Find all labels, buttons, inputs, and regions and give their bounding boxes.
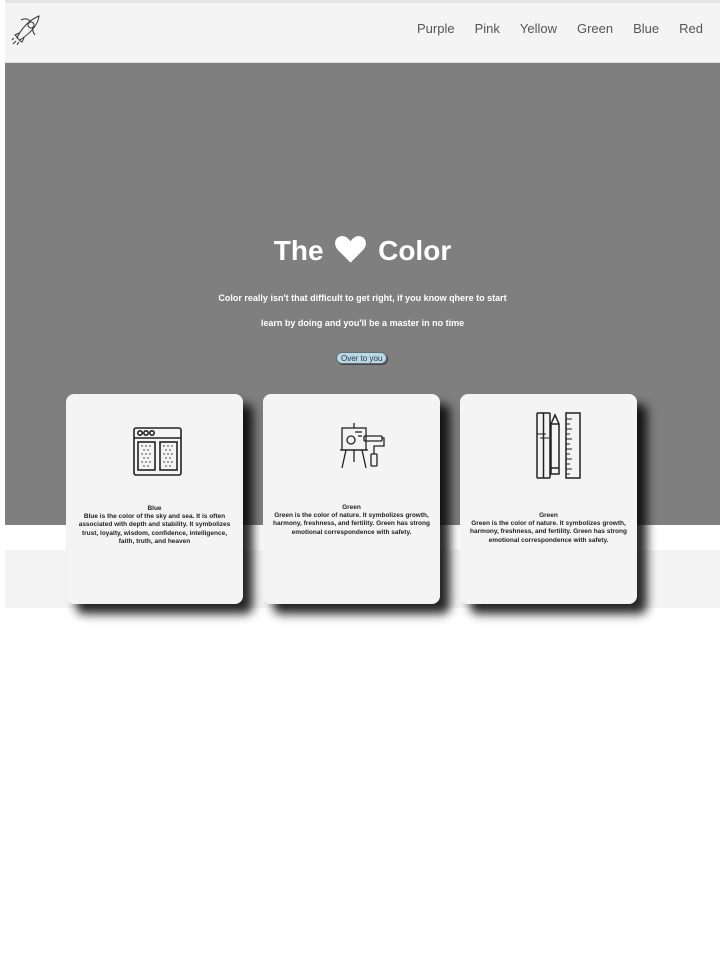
card-title: Green (539, 512, 558, 519)
card-text: Blue is the color of the sky and sea. It… (78, 513, 231, 546)
nav-link-blue[interactable]: Blue (633, 21, 659, 37)
nav-link-green[interactable]: Green (577, 21, 613, 37)
hero-subtitle-1: Color really isn't that difficult to get… (218, 293, 507, 303)
nav-link-purple[interactable]: Purple (417, 21, 455, 37)
nav-link-pink[interactable]: Pink (475, 21, 500, 37)
nav-link-yellow[interactable]: Yellow (520, 21, 557, 37)
nav-link-red[interactable]: Red (679, 21, 703, 37)
easel-paint-roller-icon (338, 422, 386, 475)
card-text: Green is the color of nature. It symboli… (470, 520, 627, 544)
navbar: Purple Pink Yellow Green Blue Red (5, 3, 720, 63)
pen-ruler-icon (535, 412, 583, 485)
hero-title: The Color (5, 231, 720, 271)
hero-title-left: The (273, 235, 324, 266)
over-to-you-button[interactable]: Over to you (336, 352, 388, 364)
card-blue: Blue Blue is the color of the sky and se… (66, 394, 243, 604)
card-text: Green is the color of nature. It symboli… (273, 512, 430, 536)
hero-subtitle-2: learn by doing and you'll be a master in… (260, 318, 465, 328)
browser-window-icon (133, 427, 183, 482)
card-green-2: Green Green is the color of nature. It s… (460, 394, 637, 604)
card-title: Green (342, 504, 361, 511)
rocket-logo-icon[interactable] (11, 11, 45, 46)
card-green-1: Green Green is the color of nature. It s… (263, 394, 440, 604)
card-title: Blue (147, 505, 162, 512)
hero-title-right: Color (378, 235, 452, 266)
nav-links: Purple Pink Yellow Green Blue Red (397, 21, 703, 37)
heart-icon (335, 236, 367, 263)
